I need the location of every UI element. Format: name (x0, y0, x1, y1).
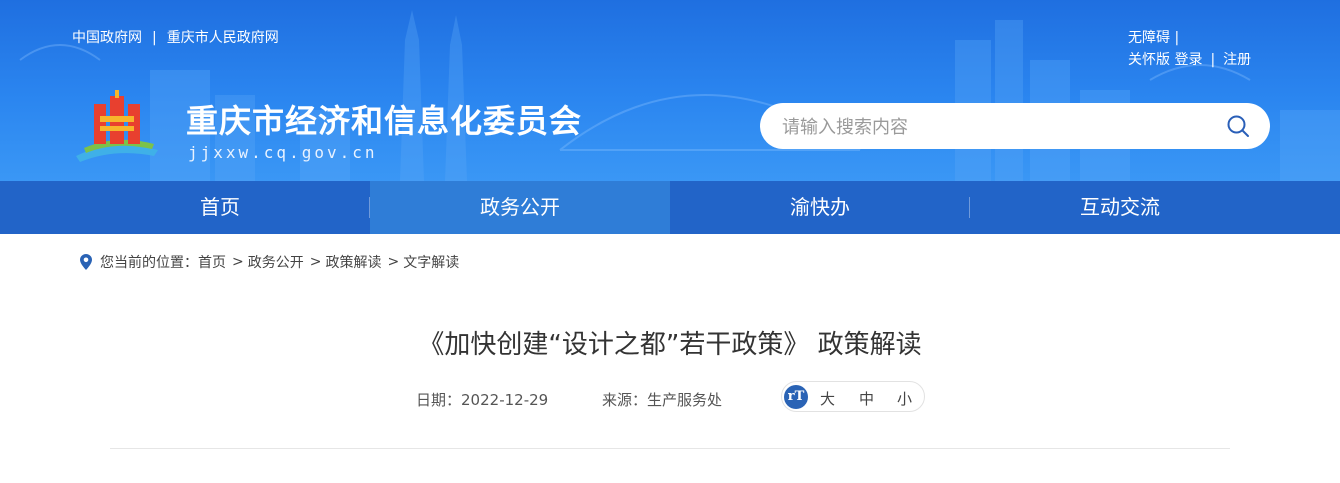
main-nav: 首页 政务公开 渝快办 互动交流 (0, 181, 1340, 234)
login-link[interactable]: 登录 (1174, 52, 1202, 68)
breadcrumb-separator: > (387, 254, 400, 270)
date-label: 日期： (416, 391, 462, 409)
nav-item-home[interactable]: 首页 (70, 181, 370, 234)
article-title: 《加快创建“设计之都”若干政策》 政策解读 (418, 330, 922, 360)
font-size-small[interactable]: 小 (897, 388, 912, 409)
site-title: 重庆市经济和信息化委员会 (186, 102, 583, 140)
breadcrumb-home[interactable]: 首页 (198, 252, 226, 272)
search-input[interactable] (780, 103, 1224, 151)
article-source: 来源：生产服务处 (602, 389, 722, 410)
link-gov-cn[interactable]: 中国政府网 (72, 30, 142, 46)
breadcrumb-policy-interpretation[interactable]: 政策解读 (325, 252, 381, 272)
separator: | (152, 30, 157, 46)
accessibility-link[interactable]: 无障碍 (1128, 30, 1170, 46)
font-size-large[interactable]: 大 (820, 388, 835, 409)
emblem-logo-icon (76, 90, 158, 162)
font-size-icon: rT (784, 385, 808, 409)
breadcrumb: 您当前的位置： 首页 > 政务公开 > 政策解读 > 文字解读 (80, 252, 459, 272)
site-domain: jjxxw.cq.gov.cn (188, 143, 378, 162)
nav-item-interaction[interactable]: 互动交流 (970, 181, 1270, 234)
elder-mode-link[interactable]: 关怀版 (1128, 52, 1170, 68)
search-icon[interactable] (1226, 114, 1250, 138)
breadcrumb-separator: > (232, 254, 244, 270)
location-pin-icon (80, 254, 92, 270)
nav-item-label: 政务公开 (480, 195, 560, 219)
article-date: 日期：2022-12-29 (416, 389, 548, 410)
top-links-right: 无障碍 | 关怀版 登录 | 注册 (1128, 27, 1251, 71)
register-link[interactable]: 注册 (1223, 52, 1251, 68)
source-value: 生产服务处 (647, 391, 723, 409)
breadcrumb-text-interpretation[interactable]: 文字解读 (403, 252, 459, 272)
font-size-medium[interactable]: 中 (859, 388, 874, 409)
breadcrumb-gov-affairs[interactable]: 政务公开 (248, 252, 304, 272)
separator: | (1210, 52, 1216, 68)
site-header: 中国政府网 | 重庆市人民政府网 无障碍 | 关怀版 登录 | 注册 重庆市经济和信息化… (0, 0, 1340, 181)
date-value: 2022-12-29 (461, 391, 549, 409)
top-links-left: 中国政府网 | 重庆市人民政府网 (72, 27, 279, 47)
nav-item-yukuaiban[interactable]: 渝快办 (670, 181, 970, 234)
search-box (760, 103, 1270, 151)
breadcrumb-separator: > (309, 254, 322, 270)
separator: | (1174, 30, 1180, 46)
nav-item-gov-affairs[interactable]: 政务公开 (370, 181, 670, 234)
article-meta: 日期：2022-12-29 来源：生产服务处 rT 大 中 小 (0, 380, 1340, 414)
link-cq-gov[interactable]: 重庆市人民政府网 (167, 30, 279, 46)
nav-item-label: 首页 (200, 195, 240, 219)
breadcrumb-prefix: 您当前的位置： (100, 255, 198, 271)
nav-item-label: 互动交流 (1080, 195, 1160, 219)
source-label: 来源： (602, 391, 648, 409)
nav-item-label: 渝快办 (790, 195, 850, 219)
divider-line (110, 448, 1230, 449)
font-size-switcher: rT 大 中 小 (781, 381, 925, 412)
